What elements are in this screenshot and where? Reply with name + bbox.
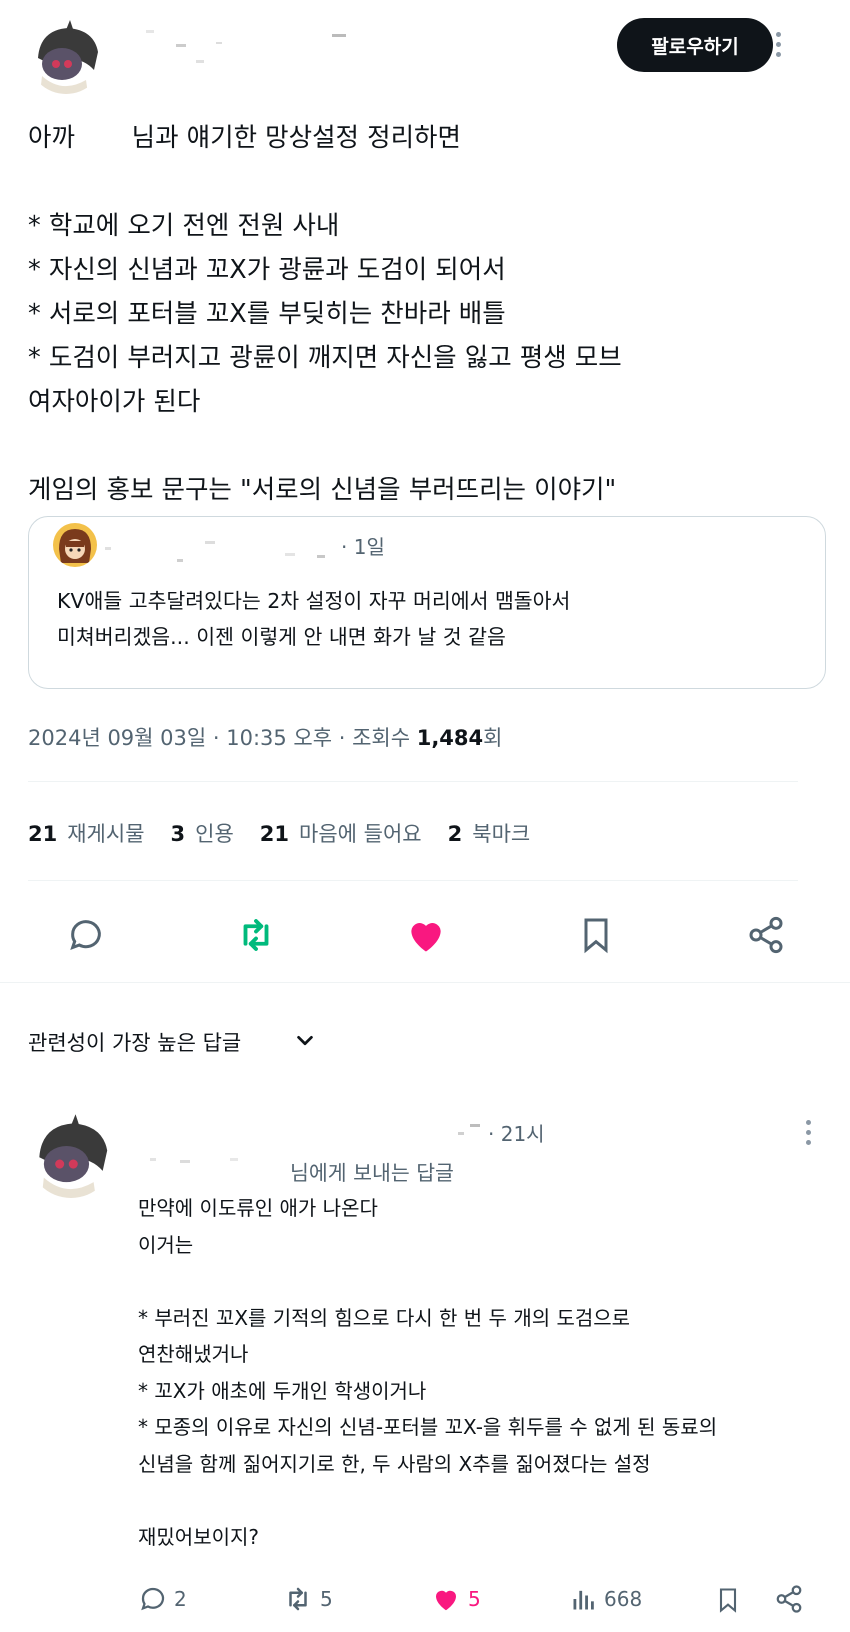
share-icon	[749, 916, 783, 954]
reply-more-options-icon[interactable]	[806, 1120, 812, 1145]
reply-repost-button[interactable]: 5	[282, 1584, 333, 1614]
share-button[interactable]	[743, 912, 789, 958]
quoted-post[interactable]: · 1일 KV애들 고추달려있다는 2차 설정이 자꾸 머리에서 맴돌아서 미쳐…	[28, 516, 826, 689]
repost-button[interactable]	[233, 912, 279, 958]
likes-label: 마음에 들어요	[299, 822, 422, 846]
repost-icon	[243, 919, 269, 951]
analytics-icon	[573, 1590, 594, 1610]
quote-author-name-redacted	[105, 537, 335, 567]
view-suffix: 회	[483, 726, 503, 750]
reposts-stat[interactable]: 21 재게시물	[28, 818, 145, 848]
reply-sort-label[interactable]: 관련성이 가장 높은 답글	[28, 1027, 241, 1057]
divider	[28, 781, 798, 782]
quote-text: KV애들 고추달려있다는 2차 설정이 자꾸 머리에서 맴돌아서 미쳐버리겠음.…	[57, 589, 571, 649]
chevron-down-icon[interactable]	[294, 1030, 316, 1056]
bookmarks-stat[interactable]: 2 북마크	[448, 818, 531, 848]
divider	[0, 982, 850, 983]
reposts-label: 재게시물	[67, 822, 145, 846]
timestamp-text: 2024년 09월 03일 · 10:35 오후 · 조회수	[28, 726, 417, 750]
reply-like-button[interactable]: 5	[430, 1584, 481, 1614]
bookmark-icon	[584, 918, 608, 954]
reply-text: 만약에 이도류인 애가 나온다 이거는 * 부러진 꼬X를 기적의 힘으로 다시…	[138, 1196, 718, 1549]
quote-meta: · 1일	[341, 535, 385, 559]
reply-reply-button[interactable]: 2	[138, 1584, 187, 1614]
reply-views-button[interactable]: 668	[570, 1584, 642, 1614]
comment-icon	[70, 920, 101, 951]
reply-replies-count: 2	[174, 1587, 187, 1611]
quotes-stat[interactable]: 3 인용	[171, 818, 234, 848]
reply-likes-count: 5	[468, 1587, 481, 1611]
reply-share-button[interactable]	[774, 1584, 804, 1614]
author-avatar[interactable]	[28, 18, 104, 94]
quotes-count: 3	[170, 822, 186, 846]
share-icon	[776, 1585, 802, 1613]
more-options-icon[interactable]	[776, 32, 782, 57]
comment-icon	[141, 1587, 165, 1611]
view-count: 1,484	[416, 726, 484, 750]
reply-bookmark-button[interactable]	[714, 1584, 742, 1616]
bookmark-button[interactable]	[573, 912, 619, 958]
reply-reposts-count: 5	[320, 1587, 333, 1611]
likes-stat[interactable]: 21 마음에 들어요	[260, 818, 422, 848]
post-text: 아까 님과 얘기한 망상설정 정리하면 * 학교에 오기 전엔 전원 사내 * …	[28, 123, 622, 505]
post-timestamp: 2024년 09월 03일 · 10:35 오후 · 조회수 1,484회	[28, 722, 502, 752]
reply-author-avatar[interactable]	[28, 1112, 114, 1198]
bookmarks-label: 북마크	[472, 822, 531, 846]
reply-views-count: 668	[604, 1587, 643, 1611]
heart-icon	[436, 1590, 456, 1611]
heart-icon	[411, 923, 441, 952]
divider	[28, 880, 798, 881]
author-name-redacted	[146, 28, 356, 68]
follow-button[interactable]: 팔로우하기	[617, 18, 773, 72]
reposts-count: 21	[28, 822, 58, 846]
likes-count: 21	[259, 822, 290, 846]
repost-icon	[289, 1587, 307, 1611]
quotes-label: 인용	[195, 822, 234, 846]
quote-author-avatar	[53, 523, 97, 567]
like-button[interactable]	[403, 912, 449, 958]
bookmarks-count: 2	[447, 822, 463, 846]
engagement-stats: 21 재게시물 3 인용 21 마음에 들어요 2 북마크	[28, 818, 556, 848]
reply-button[interactable]	[63, 912, 109, 958]
reply-to-label: 님에게 보내는 답글	[290, 1161, 454, 1185]
reply-meta: · 21시	[488, 1122, 545, 1146]
bookmark-icon	[719, 1588, 737, 1613]
